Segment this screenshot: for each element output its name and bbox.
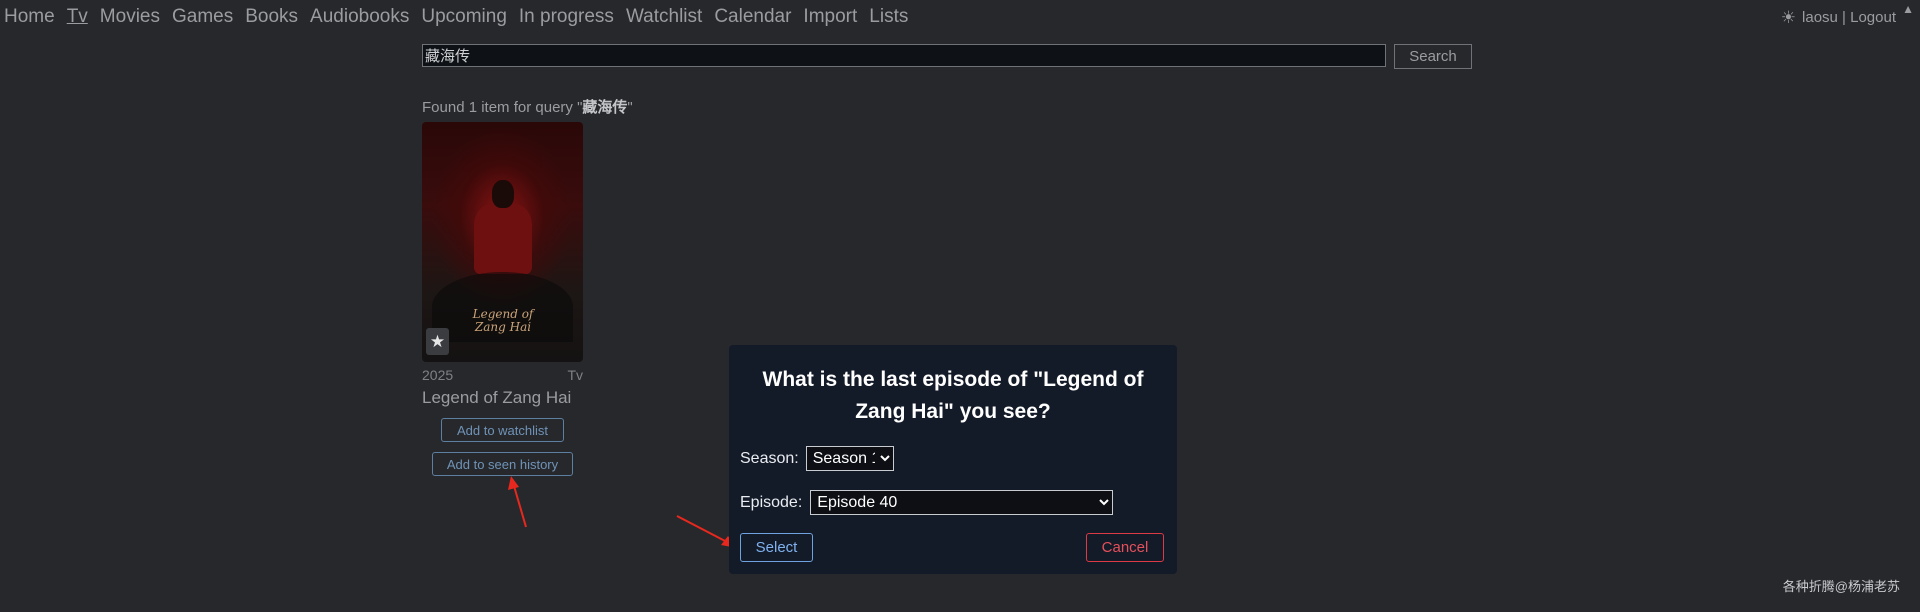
- poster-title-line-2: Zang Hai: [474, 320, 532, 334]
- nav-games[interactable]: Games: [172, 6, 233, 28]
- poster-figure-head: [492, 180, 514, 208]
- user-logout-link[interactable]: laosu | Logout: [1802, 9, 1896, 26]
- search-bar: Search: [422, 44, 1472, 69]
- nav-calendar[interactable]: Calendar: [714, 6, 791, 28]
- episode-label: Episode:: [740, 493, 803, 511]
- results-prefix: Found 1 item for query ": [422, 99, 583, 116]
- nav-upcoming[interactable]: Upcoming: [421, 6, 507, 28]
- nav-books[interactable]: Books: [245, 6, 298, 28]
- add-to-watchlist-button[interactable]: Add to watchlist: [441, 418, 564, 442]
- star-icon[interactable]: ★: [426, 328, 449, 355]
- nav-in-progress[interactable]: In progress: [519, 6, 614, 28]
- cancel-button[interactable]: Cancel: [1086, 533, 1164, 562]
- poster-title-line-1: Legend of: [472, 307, 534, 321]
- episode-select[interactable]: Episode 40: [810, 490, 1114, 515]
- nav-lists[interactable]: Lists: [869, 6, 908, 28]
- select-button[interactable]: Select: [740, 533, 813, 562]
- nav-import[interactable]: Import: [803, 6, 857, 28]
- scroll-up-icon[interactable]: ▲: [1902, 2, 1914, 16]
- results-summary: Found 1 item for query "藏海传": [422, 96, 633, 117]
- dialog-heading: What is the last episode of "Legend of Z…: [762, 368, 1144, 423]
- nav-tv[interactable]: Tv: [67, 6, 88, 28]
- episode-row: Episode: Episode 40: [740, 490, 1114, 515]
- nav-watchlist[interactable]: Watchlist: [626, 6, 702, 28]
- annotation-arrow-history: [508, 476, 527, 528]
- results-query: 藏海传: [582, 99, 628, 116]
- card-type: Tv: [567, 367, 583, 383]
- poster-image[interactable]: Legend of Zang Hai ★: [422, 122, 583, 362]
- episode-dialog: What is the last episode of "Legend of Z…: [729, 345, 1177, 574]
- add-to-seen-history-button[interactable]: Add to seen history: [432, 452, 573, 476]
- search-button[interactable]: Search: [1394, 44, 1472, 69]
- user-menu: ☀ laosu | Logout: [1781, 9, 1896, 26]
- card-meta: 2025 Tv: [422, 367, 583, 383]
- main-nav: Home Tv Movies Games Books Audiobooks Up…: [4, 6, 908, 28]
- season-select[interactable]: Season 1: [805, 446, 894, 471]
- media-card: Legend of Zang Hai ★ 2025 Tv Legend of Z…: [422, 122, 583, 476]
- poster-figure: [474, 204, 532, 274]
- watermark: 各种折腾@杨浦老苏: [1782, 579, 1900, 594]
- season-row: Season: Season 1: [740, 446, 894, 471]
- sun-icon[interactable]: ☀: [1781, 9, 1796, 26]
- nav-movies[interactable]: Movies: [100, 6, 160, 28]
- nav-audiobooks[interactable]: Audiobooks: [310, 6, 409, 28]
- card-title: Legend of Zang Hai: [422, 388, 572, 407]
- card-year: 2025: [422, 367, 454, 383]
- season-label: Season:: [740, 449, 799, 467]
- poster-title-art: Legend of Zang Hai: [468, 308, 538, 334]
- results-suffix: ": [627, 99, 633, 116]
- search-input[interactable]: [422, 44, 1386, 67]
- nav-home[interactable]: Home: [4, 6, 55, 28]
